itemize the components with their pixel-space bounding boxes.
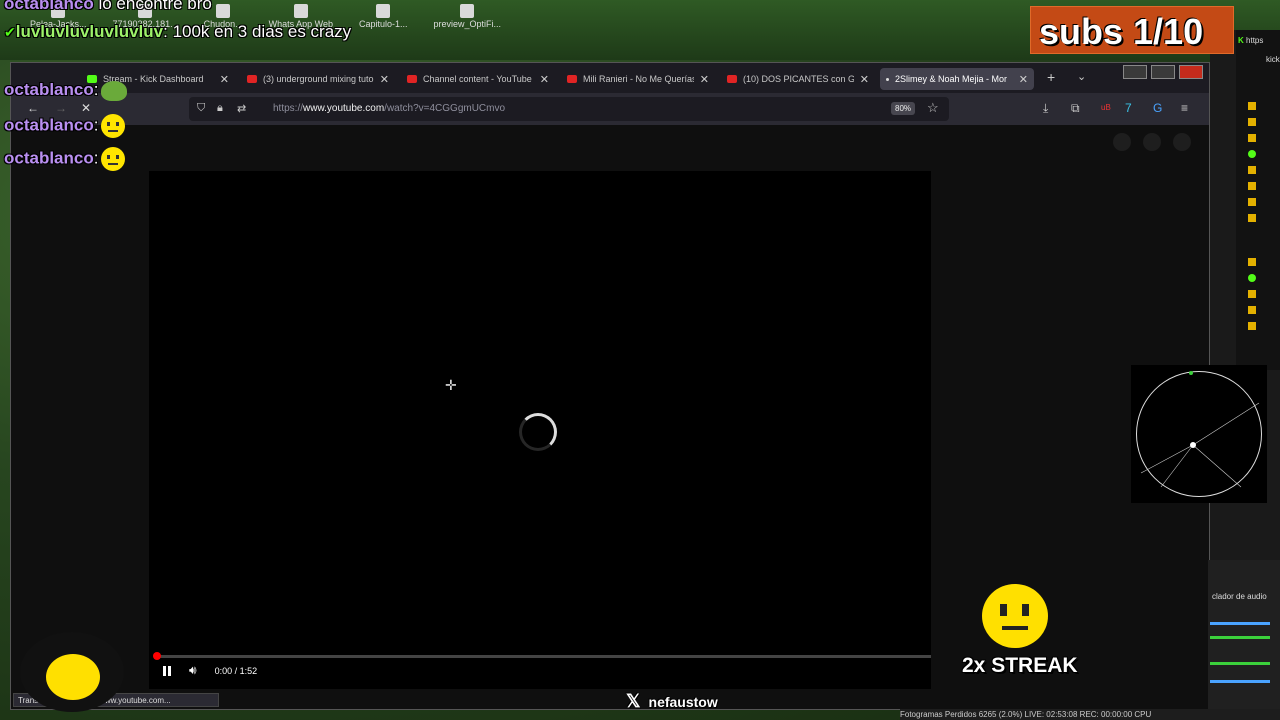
streamer-avatar <box>20 632 124 712</box>
youtube-icon <box>407 75 417 83</box>
loading-dot-icon <box>886 77 889 81</box>
audio-meter <box>1210 680 1270 683</box>
close-window-button[interactable] <box>1179 65 1203 79</box>
player-controls: 🔊︎ 0:00 / 1:52 <box>163 663 257 678</box>
zoom-level-badge[interactable]: 80% <box>891 102 916 115</box>
close-tab-icon[interactable]: ✕ <box>220 73 229 86</box>
forward-arrow-icon[interactable]: → <box>55 101 67 115</box>
close-tab-icon[interactable]: ✕ <box>1019 73 1028 86</box>
neutral-face-emote-icon <box>101 147 126 171</box>
chat-message: octablanco lo encontre bro <box>4 0 212 13</box>
audio-mixer-panel <box>1208 560 1280 710</box>
progress-scrubber[interactable] <box>153 652 161 660</box>
header-button[interactable] <box>1173 133 1191 151</box>
obs-status-bar: Fotogramas Perdidos 6265 (2.0%) LIVE: 02… <box>900 709 1280 720</box>
tab-mili-ranieri[interactable]: Mili Ranieri - No Me Querías ✕ <box>561 68 715 90</box>
header-buttons <box>1113 133 1191 151</box>
chat-badge-row <box>1248 182 1256 190</box>
window-controls <box>1123 65 1203 79</box>
desktop-icon[interactable]: Capitulo-1... <box>359 4 408 29</box>
chat-badge-row <box>1248 134 1256 142</box>
header-button[interactable] <box>1143 133 1161 151</box>
bookmark-star-icon[interactable]: ☆ <box>927 100 939 116</box>
desktop-icon[interactable]: preview_OptiFi... <box>434 4 501 29</box>
new-tab-button[interactable]: + <box>1047 69 1055 85</box>
chat-badge-row <box>1248 214 1256 222</box>
audio-meter <box>1210 662 1270 665</box>
neutral-face-emote-icon <box>101 114 126 138</box>
back-arrow-icon[interactable]: ← <box>27 101 39 115</box>
verified-badge-icon: ✔ <box>4 24 16 40</box>
pause-button[interactable] <box>163 665 171 676</box>
chat-badge-row <box>1248 118 1256 126</box>
tab-2slimey-noah-mejia[interactable]: 2Slimey & Noah Mejia - Mor ✕ <box>880 68 1034 90</box>
close-tab-icon[interactable]: ✕ <box>860 73 869 86</box>
chat-message: ✔luvluvluvluvluvluv: 100k en 3 dias es c… <box>4 22 352 41</box>
kick-chat-panel <box>1236 30 1280 370</box>
extension-7tv-icon[interactable]: 7 <box>1125 101 1132 115</box>
chat-badge-row <box>1248 306 1256 314</box>
pepe-emote-icon <box>101 80 128 101</box>
chat-badge-row <box>1248 322 1256 330</box>
youtube-icon <box>727 75 737 83</box>
neutral-face-streak-icon <box>982 584 1048 648</box>
social-handle: 𝕏 nefaustow <box>626 691 718 711</box>
address-bar[interactable]: ⛉ 🔒︎ ⇄ https://www.youtube.com/watch?v=4… <box>189 97 949 121</box>
streak-text: 2x STREAK <box>962 654 1078 677</box>
url-text[interactable]: https://www.youtube.com/watch?v=4CGGgmUC… <box>273 103 505 114</box>
minimap-radar <box>1131 365 1267 503</box>
ublock-icon[interactable]: uB <box>1101 103 1111 112</box>
radar-lines <box>1140 371 1260 488</box>
chat-badge-row <box>1248 274 1256 282</box>
kick-url-snippet: K https <box>1238 36 1264 45</box>
chat-message: octablanco: <box>4 114 126 138</box>
permissions-icon[interactable]: ⇄ <box>237 102 246 115</box>
audio-meter <box>1210 622 1270 625</box>
header-button[interactable] <box>1113 133 1131 151</box>
chat-badge-row <box>1248 198 1256 206</box>
youtube-icon <box>247 75 257 83</box>
video-progress-bar[interactable] <box>153 652 931 660</box>
kick-tab-snippet: kick <box>1266 55 1280 64</box>
tab-list-chevron-icon[interactable]: ⌄ <box>1077 70 1086 83</box>
chat-badge-row <box>1248 102 1256 110</box>
tab-bar: Stream - Kick Dashboard ✕ (3) undergroun… <box>11 63 1209 93</box>
loading-spinner-icon <box>519 413 557 451</box>
chat-message: octablanco: <box>4 80 128 101</box>
menu-icon[interactable]: ≡ <box>1181 101 1188 115</box>
time-display: 0:00 / 1:52 <box>214 665 258 676</box>
x-logo-icon: 𝕏 <box>626 691 641 711</box>
lock-icon[interactable]: 🔒︎ <box>217 102 223 115</box>
download-icon[interactable]: ⤓ <box>1043 101 1048 116</box>
audio-meter <box>1210 636 1270 639</box>
chat-badge-row <box>1248 166 1256 174</box>
audio-mixer-title: clador de audio <box>1212 592 1267 601</box>
subs-goal-overlay: subs 1/10 <box>1030 6 1234 54</box>
close-tab-icon[interactable]: ✕ <box>700 73 709 86</box>
close-tab-icon[interactable]: ✕ <box>380 73 389 86</box>
tab-channel-content[interactable]: Channel content - YouTube S ✕ <box>401 68 555 90</box>
tab-dos-picantes[interactable]: (10) DOS PICANTES con GO ✕ <box>721 68 875 90</box>
extensions-icon[interactable]: ⧉ <box>1071 101 1080 116</box>
chat-badge-row <box>1248 150 1256 158</box>
video-player[interactable]: ✛ 🔊︎ 0:00 / 1:52 <box>149 171 931 689</box>
minimize-button[interactable] <box>1123 65 1147 79</box>
youtube-icon <box>567 75 577 83</box>
crosshair-cursor-icon: ✛ <box>445 377 457 393</box>
maximize-button[interactable] <box>1151 65 1175 79</box>
volume-icon[interactable]: 🔊︎ <box>189 663 197 678</box>
stop-loading-icon[interactable]: ✕ <box>81 101 91 115</box>
shield-icon[interactable]: ⛉ <box>197 102 205 115</box>
extension-icon[interactable]: G <box>1153 101 1162 115</box>
tab-underground-mixing[interactable]: (3) underground mixing tuto ✕ <box>241 68 395 90</box>
chat-message: octablanco: <box>4 147 126 171</box>
navigation-bar: ← → ✕ ⛉ 🔒︎ ⇄ https://www.youtube.com/wat… <box>11 93 1209 125</box>
chat-badge-row <box>1248 258 1256 266</box>
chat-badge-row <box>1248 290 1256 298</box>
close-tab-icon[interactable]: ✕ <box>540 73 549 86</box>
